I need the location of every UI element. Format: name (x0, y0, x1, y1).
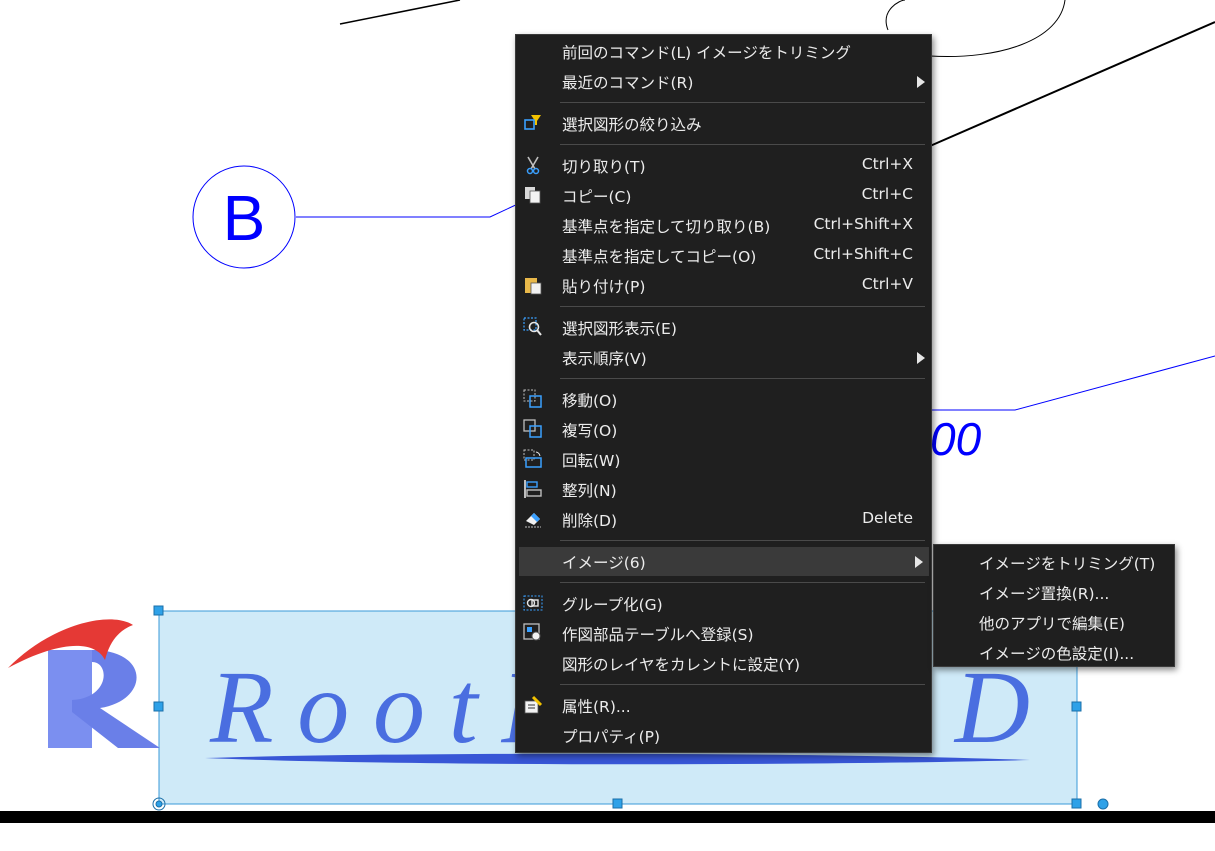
menu-item-duplicate[interactable]: 複写(O) (516, 415, 931, 443)
menu-item-move[interactable]: 移動(O) (516, 385, 931, 413)
menu-separator (560, 684, 925, 685)
menu-separator (560, 102, 925, 103)
logo-r-emblem (8, 619, 160, 748)
drawing-arc[interactable] (885, 0, 906, 31)
menu-item-rotate[interactable]: 回転(W) (516, 445, 931, 473)
menu-separator (560, 144, 925, 145)
grip-handle (153, 605, 164, 616)
menu-separator (560, 582, 925, 583)
paste-icon (525, 278, 542, 295)
submenu-item-edit-in-other-app[interactable]: 他のアプリで編集(E) (934, 608, 1174, 636)
zoom-selection-icon (523, 317, 542, 336)
duplicate-icon (523, 419, 542, 438)
filter-icon (524, 115, 541, 130)
menu-item-copy-with-basepoint[interactable]: 基準点を指定してコピー(O) Ctrl+Shift+C (516, 241, 931, 269)
grip-handle (1071, 798, 1082, 809)
menu-item-delete[interactable]: 削除(D) Delete (516, 505, 931, 533)
grip-handle (155, 800, 163, 808)
drawing-arc[interactable] (929, 0, 1066, 57)
menu-item-properties[interactable]: プロパティ(P) (516, 721, 931, 749)
menu-separator (560, 378, 925, 379)
menu-item-set-layer-current[interactable]: 図形のレイヤをカレントに設定(Y) (516, 649, 931, 677)
menu-item-paste[interactable]: 貼り付け(P) Ctrl+V (516, 271, 931, 299)
drawing-line[interactable] (929, 21, 1215, 147)
context-menu: 前回のコマンド(L) イメージをトリミング 最近のコマンド(R) 選択図形の絞り… (515, 34, 932, 753)
menu-item-group[interactable]: グループ化(G) (516, 589, 931, 617)
rotate-icon (523, 449, 542, 468)
leader-line[interactable] (296, 202, 521, 218)
submenu-arrow-icon (917, 76, 925, 88)
menu-item-cut-with-basepoint[interactable]: 基準点を指定して切り取り(B) Ctrl+Shift+X (516, 211, 931, 239)
submenu-item-replace-image[interactable]: イメージ置換(R)... (934, 578, 1174, 606)
grip-handle (1097, 798, 1109, 810)
grid-bubble-label: B (223, 182, 266, 254)
menu-item-zoom-selection[interactable]: 選択図形表示(E) (516, 313, 931, 341)
menu-item-last-command[interactable]: 前回のコマンド(L) イメージをトリミング (516, 37, 931, 65)
menu-item-attributes[interactable]: 属性(R)... (516, 691, 931, 719)
menu-item-align[interactable]: 整列(N) (516, 475, 931, 503)
grip-handle (1071, 701, 1082, 712)
menu-item-recent-commands[interactable]: 最近のコマンド(R) (516, 67, 931, 95)
submenu-item-trim-image[interactable]: イメージをトリミング(T) (934, 548, 1174, 576)
menu-item-image[interactable]: イメージ(6) (519, 547, 929, 576)
align-icon (524, 480, 542, 498)
menu-item-copy[interactable]: コピー(C) Ctrl+C (516, 181, 931, 209)
menu-separator (560, 540, 925, 541)
submenu-item-image-color-settings[interactable]: イメージの色設定(I)... (934, 638, 1174, 666)
grip-handle (612, 798, 623, 809)
copy-icon (525, 187, 541, 204)
attribute-icon (524, 695, 543, 714)
dimension-text: 00 (930, 413, 982, 465)
scissors-icon (526, 156, 540, 175)
dimension-line[interactable] (930, 355, 1215, 411)
image-submenu: イメージをトリミング(T) イメージ置換(R)... 他のアプリで編集(E) イ… (933, 544, 1175, 667)
submenu-arrow-icon (917, 352, 925, 364)
parts-table-icon (523, 623, 541, 641)
grip-handle (153, 701, 164, 712)
group-icon (523, 595, 543, 611)
submenu-arrow-icon (915, 556, 923, 568)
move-icon (523, 389, 542, 408)
eraser-icon (525, 513, 541, 528)
menu-item-display-order[interactable]: 表示順序(V) (516, 343, 931, 371)
menu-item-cut[interactable]: 切り取り(T) Ctrl+X (516, 151, 931, 179)
menu-separator (560, 306, 925, 307)
drawing-line[interactable] (339, 0, 461, 25)
menu-item-register-parts-table[interactable]: 作図部品テーブルへ登録(S) (516, 619, 931, 647)
bottom-border-bar (0, 811, 1215, 823)
menu-item-filter-selection[interactable]: 選択図形の絞り込み (516, 109, 931, 137)
